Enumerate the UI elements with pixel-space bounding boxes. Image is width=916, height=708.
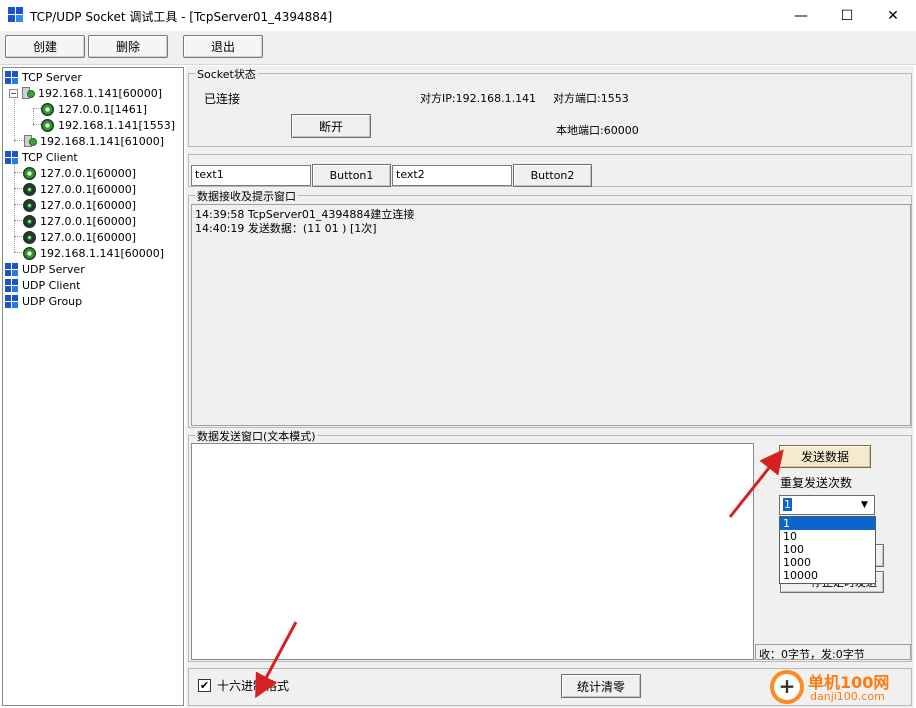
- annotation-arrows: [255, 449, 784, 699]
- watermark-circle: +: [770, 670, 804, 704]
- arrow-to-hex-checkbox: [255, 621, 298, 699]
- watermark-logo: + 单机100网 danji100.com: [768, 666, 914, 708]
- arrow-to-send-button: [728, 449, 784, 518]
- watermark-url: danji100.com: [810, 690, 885, 703]
